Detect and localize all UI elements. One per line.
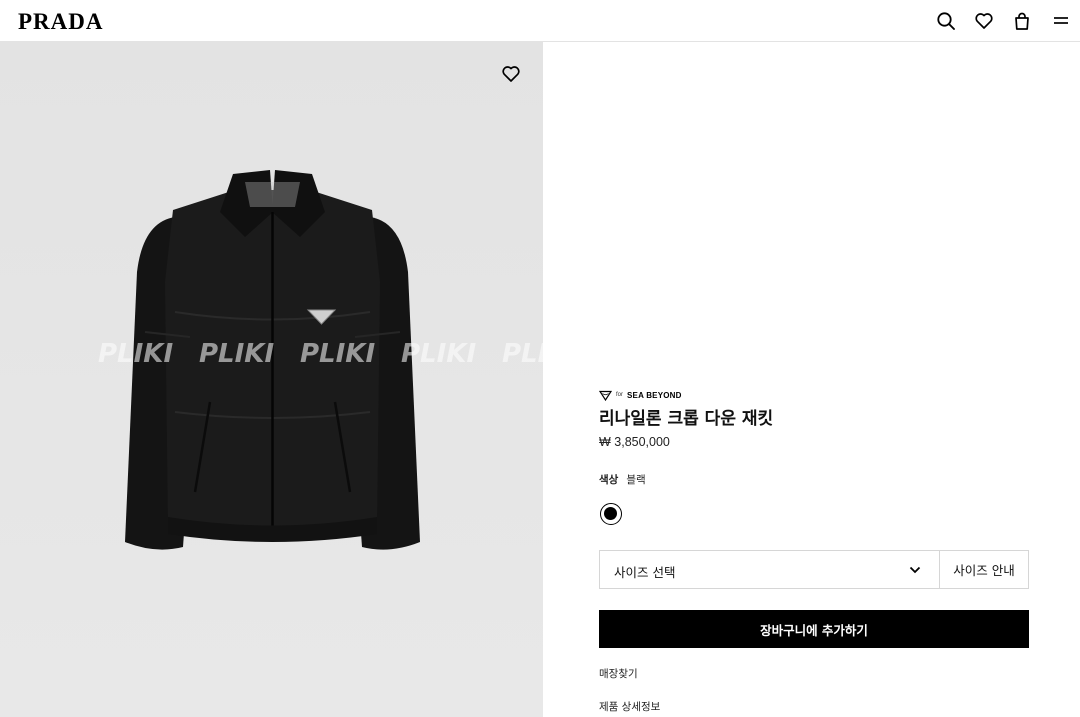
site-header: PRADA: [0, 0, 1080, 42]
prada-logo[interactable]: PRADA: [18, 9, 104, 35]
wishlist-heart-icon[interactable]: [501, 64, 521, 84]
product-page: PRADA PLIKI PLIKI PLIKI PLIKI PLI for SE…: [0, 0, 1080, 717]
size-guide-button[interactable]: 사이즈 안내: [939, 550, 1029, 589]
add-to-cart-button[interactable]: 장바구니에 추가하기: [599, 610, 1029, 648]
store-finder-link[interactable]: 매장찾기: [599, 666, 638, 681]
collection-badge: for SEA BEYOND: [599, 388, 682, 402]
product-title: 리나일론 크롭 다운 재킷: [599, 409, 774, 429]
menu-icon[interactable]: [1051, 11, 1071, 31]
color-value: 블랙: [626, 474, 646, 486]
sea-beyond-logo-icon: [599, 390, 612, 401]
chevron-down-icon: [909, 566, 921, 574]
collection-for-text: for: [616, 392, 624, 398]
size-select-label: 사이즈 선택: [614, 565, 676, 580]
color-label: 색상: [599, 474, 619, 486]
color-info: 색상 블랙: [599, 472, 646, 487]
product-image-gallery[interactable]: PLIKI PLIKI PLIKI PLIKI PLI: [0, 42, 543, 717]
product-price: ₩ 3,850,000: [599, 435, 670, 449]
size-select-dropdown[interactable]: 사이즈 선택: [599, 550, 940, 589]
shopping-bag-icon[interactable]: [1012, 11, 1032, 31]
color-swatch-black[interactable]: [600, 503, 622, 525]
product-details-link[interactable]: 제품 상세정보: [599, 699, 660, 714]
collection-name: SEA BEYOND: [627, 390, 682, 400]
watermark-text: PLIKI PLIKI PLIKI PLIKI PLI: [98, 339, 543, 369]
search-icon[interactable]: [936, 11, 956, 31]
heart-icon[interactable]: [974, 11, 994, 31]
